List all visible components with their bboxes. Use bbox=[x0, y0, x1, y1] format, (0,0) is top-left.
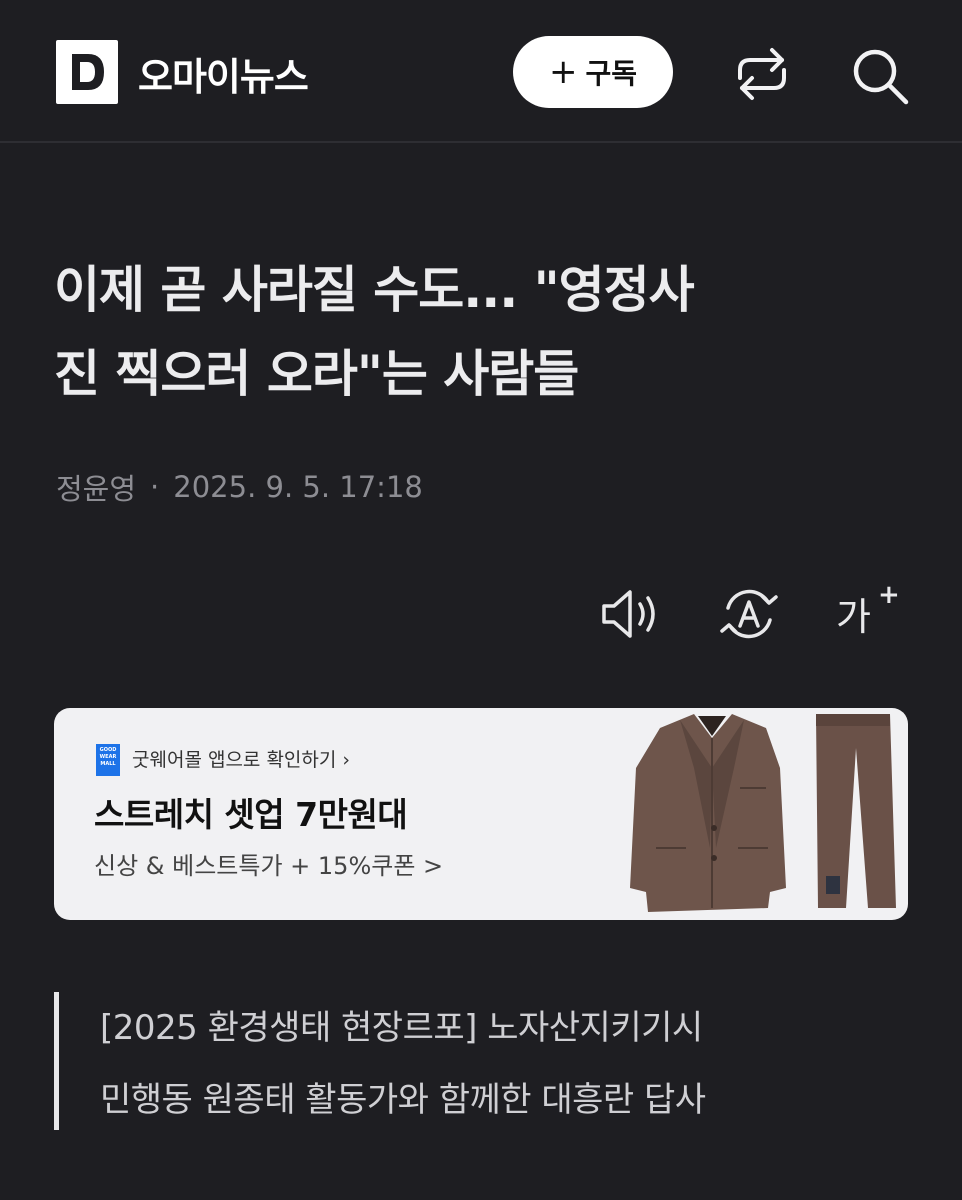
article-title: 이제 곧 사라질 수도... "영정사 진 찍으러 오라"는 사람들 bbox=[54, 248, 914, 416]
ad-headline: 스트레치 셋업 7만원대 bbox=[94, 795, 408, 834]
byline: 정윤영 · 2025. 9. 5. 17:18 bbox=[56, 466, 423, 508]
font-size-button[interactable]: 가 + bbox=[836, 580, 900, 642]
author-name[interactable]: 정윤영 bbox=[56, 466, 136, 508]
ad-banner[interactable]: GOOD WEAR MALL 굿웨어몰 앱으로 확인하기 › 스트레치 셋업 7… bbox=[54, 708, 908, 920]
publish-datetime: 2025. 9. 5. 17:18 bbox=[173, 470, 423, 504]
article-summary: [2025 환경생태 현장르포] 노자산지키기시 민행동 원종태 활동가와 함께… bbox=[100, 992, 920, 1136]
top-header: 오마이뉴스 + 구독 bbox=[0, 0, 962, 143]
translate-icon[interactable] bbox=[718, 586, 780, 642]
font-size-plus: + bbox=[878, 580, 900, 610]
search-icon[interactable] bbox=[848, 44, 912, 106]
article-title-line1: 이제 곧 사라질 수도... "영정사 bbox=[54, 261, 695, 319]
summary-line2: 민행동 원종태 활동가와 함께한 대흥란 답사 bbox=[100, 1080, 706, 1120]
share-icon[interactable] bbox=[730, 44, 794, 104]
speaker-icon[interactable] bbox=[600, 586, 664, 642]
article-title-line2: 진 찍으러 오라"는 사람들 bbox=[54, 345, 579, 403]
subscribe-button[interactable]: + 구독 bbox=[513, 36, 673, 108]
plus-icon: + bbox=[548, 52, 578, 92]
logo-icon[interactable] bbox=[56, 40, 118, 104]
summary-quote-bar bbox=[54, 992, 59, 1130]
subscribe-label: 구독 bbox=[585, 57, 638, 90]
suit-image bbox=[630, 714, 896, 912]
brand-name[interactable]: 오마이뉴스 bbox=[138, 46, 309, 101]
font-size-label: 가 bbox=[836, 595, 871, 639]
ad-subtext: 신상 & 베스트특가 + 15%쿠폰 > bbox=[94, 852, 444, 880]
ad-app-link[interactable]: 굿웨어몰 앱으로 확인하기 › bbox=[132, 745, 350, 772]
summary-line1: [2025 환경생태 현장르포] 노자산지키기시 bbox=[100, 1008, 703, 1048]
ad-brand-badge: GOOD WEAR MALL bbox=[96, 744, 120, 776]
byline-separator: · bbox=[150, 470, 160, 504]
